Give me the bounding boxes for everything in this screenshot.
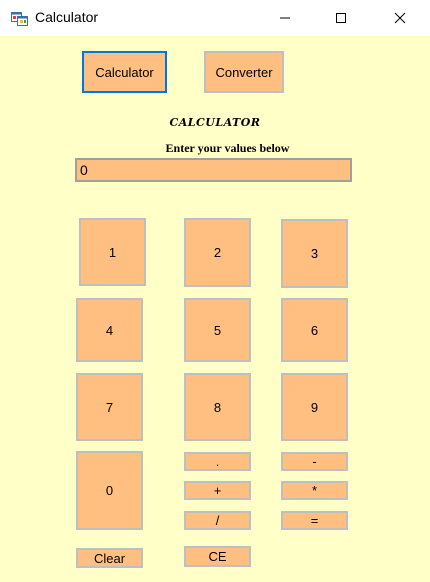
value-display-field[interactable]: 0 xyxy=(75,158,352,182)
minus-button[interactable]: - xyxy=(281,452,348,471)
multiply-button[interactable]: * xyxy=(281,481,348,500)
maximize-icon xyxy=(336,13,346,23)
digit-3-button[interactable]: 3 xyxy=(281,219,348,288)
digit-5-button[interactable]: 5 xyxy=(184,298,251,362)
title-bar: Calculator xyxy=(0,0,430,36)
window-title: Calculator xyxy=(35,9,99,25)
calculator-tab-button[interactable]: Calculator xyxy=(82,51,167,93)
app-icon xyxy=(11,9,29,27)
close-icon xyxy=(394,12,406,24)
digit-4-button[interactable]: 4 xyxy=(76,298,143,362)
minimize-button[interactable] xyxy=(262,0,308,36)
plus-button[interactable]: + xyxy=(184,481,251,500)
digit-2-button[interactable]: 2 xyxy=(184,218,251,287)
digit-1-button[interactable]: 1 xyxy=(79,218,146,286)
decimal-point-button[interactable]: . xyxy=(184,452,251,471)
digit-8-button[interactable]: 8 xyxy=(184,373,251,441)
minimize-icon xyxy=(280,17,290,19)
close-button[interactable] xyxy=(377,0,423,36)
clear-button[interactable]: Clear xyxy=(76,548,143,568)
digit-6-button[interactable]: 6 xyxy=(281,298,348,362)
clear-entry-button[interactable]: CE xyxy=(184,546,251,567)
digit-9-button[interactable]: 9 xyxy=(281,373,348,441)
maximize-button[interactable] xyxy=(318,0,364,36)
digit-7-button[interactable]: 7 xyxy=(76,373,143,441)
calculator-heading: CALCULATOR xyxy=(169,116,261,129)
equals-button[interactable]: = xyxy=(281,511,348,530)
converter-tab-button[interactable]: Converter xyxy=(204,51,284,93)
divide-button[interactable]: / xyxy=(184,511,251,530)
instructions-label: Enter your values below xyxy=(165,141,290,155)
digit-0-button[interactable]: 0 xyxy=(76,451,143,530)
